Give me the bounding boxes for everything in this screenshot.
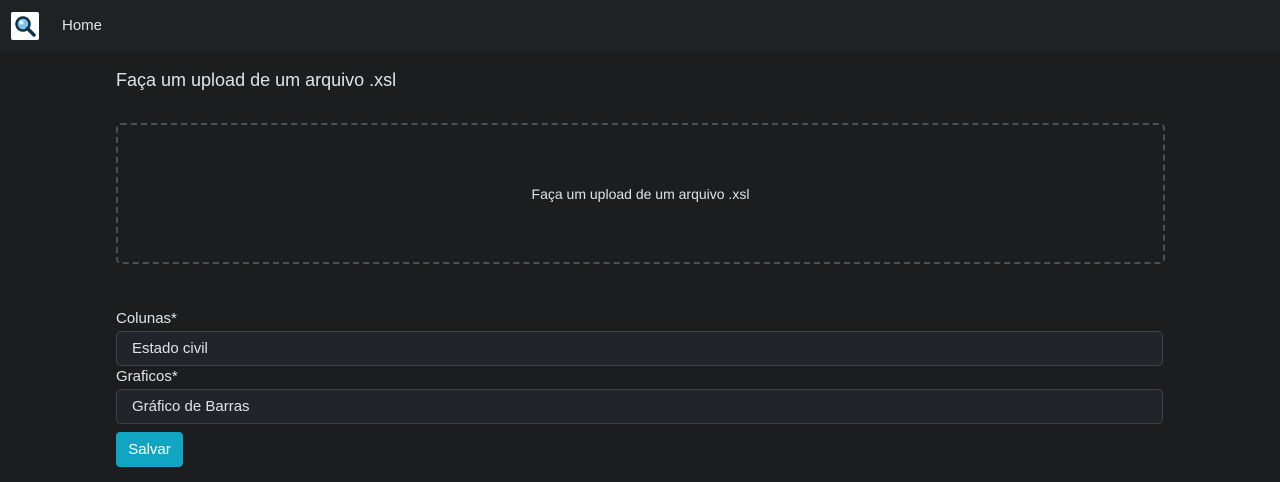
dropzone-text: Faça um upload de um arquivo .xsl [531, 185, 750, 202]
charts-label: Graficos* [116, 368, 178, 385]
save-button[interactable]: Salvar [116, 432, 183, 467]
columns-select[interactable]: Estado civil [116, 331, 1163, 366]
page-title: Faça um upload de um arquivo .xsl [116, 70, 397, 90]
charts-select[interactable]: Gráfico de Barras [116, 389, 1163, 424]
columns-label: Colunas* [116, 310, 177, 327]
file-upload-dropzone[interactable]: Faça um upload de um arquivo .xsl [116, 123, 1165, 264]
magnifier-icon [15, 16, 36, 37]
nav-link-home[interactable]: Home [62, 17, 102, 34]
brand-logo[interactable] [11, 12, 39, 40]
columns-select-value: Estado civil [132, 340, 208, 357]
navbar: Home [0, 0, 1280, 52]
charts-select-value: Gráfico de Barras [132, 398, 250, 415]
